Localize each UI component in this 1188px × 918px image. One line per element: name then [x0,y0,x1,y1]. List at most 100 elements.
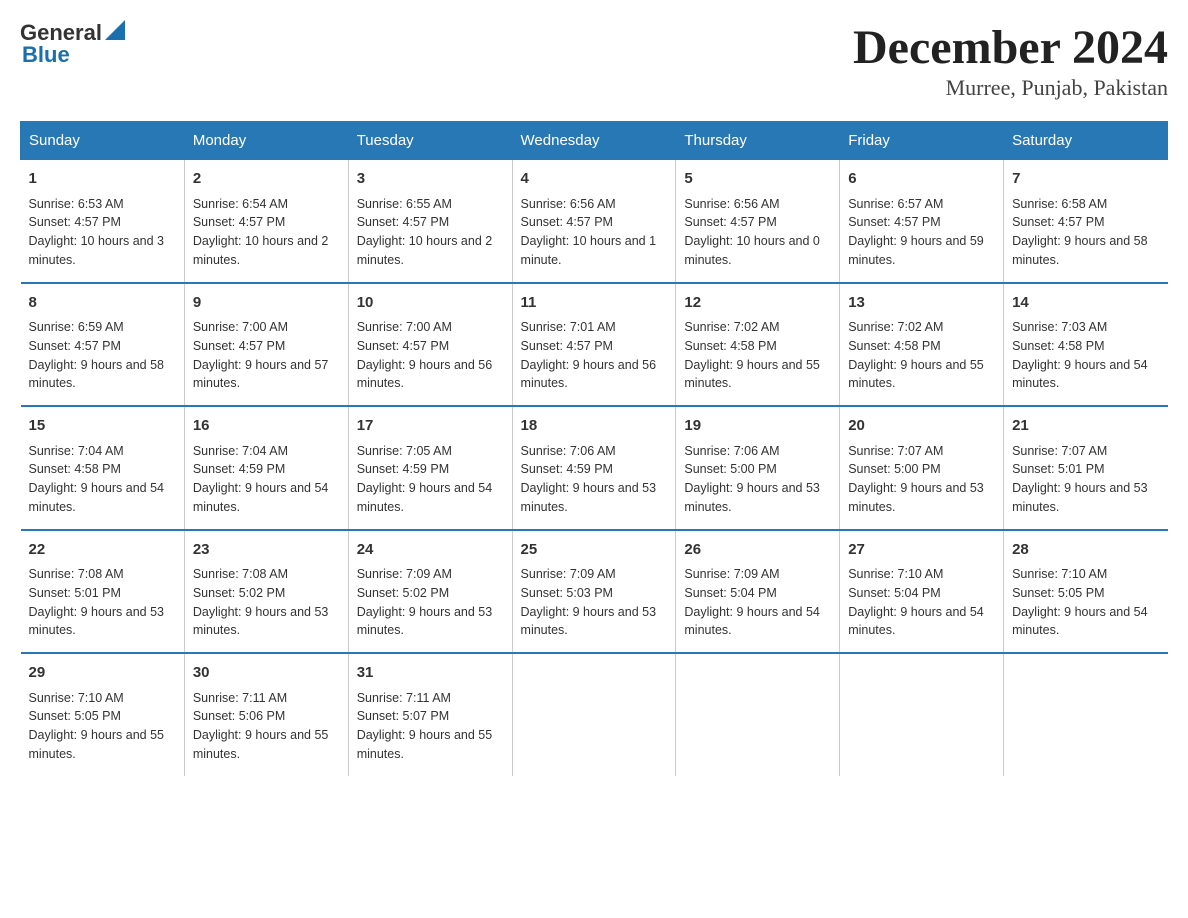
day-number: 2 [193,168,340,191]
day-info: Sunrise: 7:10 AMSunset: 5:04 PMDaylight:… [848,565,995,640]
day-number: 23 [193,539,340,562]
calendar-cell: 20 Sunrise: 7:07 AMSunset: 5:00 PMDayligh… [840,406,1004,530]
calendar-cell: 2 Sunrise: 6:54 AMSunset: 4:57 PMDaylight… [184,160,348,283]
day-info: Sunrise: 7:02 AMSunset: 4:58 PMDaylight:… [848,318,995,393]
calendar-week-row: 29 Sunrise: 7:10 AMSunset: 5:05 PMDayligh… [21,653,1168,776]
day-info: Sunrise: 6:56 AMSunset: 4:57 PMDaylight:… [684,195,831,270]
day-number: 19 [684,415,831,438]
calendar-cell: 19 Sunrise: 7:06 AMSunset: 5:00 PMDayligh… [676,406,840,530]
calendar-table: Sunday Monday Tuesday Wednesday Thursday… [20,121,1168,776]
day-number: 9 [193,292,340,315]
calendar-cell: 10Sunrise: 7:00 AMSunset: 4:57 PMDayligh… [348,283,512,407]
logo-triangle-icon [105,20,125,40]
day-number: 5 [684,168,831,191]
calendar-week-row: 8 Sunrise: 6:59 AMSunset: 4:57 PMDaylight… [21,283,1168,407]
day-number: 4 [521,168,668,191]
calendar-cell: 6 Sunrise: 6:57 AMSunset: 4:57 PMDaylight… [840,160,1004,283]
day-number: 22 [29,539,176,562]
calendar-cell: 24Sunrise: 7:09 AMSunset: 5:02 PMDayligh… [348,530,512,654]
day-number: 13 [848,292,995,315]
calendar-cell: 23 Sunrise: 7:08 AMSunset: 5:02 PMDayligh… [184,530,348,654]
day-number: 3 [357,168,504,191]
day-info: Sunrise: 6:57 AMSunset: 4:57 PMDaylight:… [848,195,995,270]
day-number: 1 [29,168,176,191]
day-info: Sunrise: 7:07 AMSunset: 5:00 PMDaylight:… [848,442,995,517]
calendar-cell: 30 Sunrise: 7:11 AMSunset: 5:06 PMDayligh… [184,653,348,776]
calendar-cell: 17 Sunrise: 7:05 AMSunset: 4:59 PMDayligh… [348,406,512,530]
calendar-cell: 5 Sunrise: 6:56 AMSunset: 4:57 PMDaylight… [676,160,840,283]
day-number: 7 [1012,168,1159,191]
col-tuesday: Tuesday [348,122,512,160]
calendar-cell: 22 Sunrise: 7:08 AMSunset: 5:01 PMDayligh… [21,530,185,654]
day-info: Sunrise: 7:11 AMSunset: 5:07 PMDaylight:… [357,689,504,764]
calendar-cell: 25Sunrise: 7:09 AMSunset: 5:03 PMDayligh… [512,530,676,654]
logo-blue-text: Blue [22,42,70,68]
col-thursday: Thursday [676,122,840,160]
day-number: 15 [29,415,176,438]
day-info: Sunrise: 6:59 AMSunset: 4:57 PMDaylight:… [29,318,176,393]
day-number: 11 [521,292,668,315]
calendar-cell: 31 Sunrise: 7:11 AMSunset: 5:07 PMDayligh… [348,653,512,776]
calendar-cell: 4 Sunrise: 6:56 AMSunset: 4:57 PMDaylight… [512,160,676,283]
day-number: 6 [848,168,995,191]
day-info: Sunrise: 7:04 AMSunset: 4:59 PMDaylight:… [193,442,340,517]
calendar-cell: 3Sunrise: 6:55 AMSunset: 4:57 PMDaylight… [348,160,512,283]
month-title: December 2024 [853,20,1168,75]
day-info: Sunrise: 7:09 AMSunset: 5:04 PMDaylight:… [684,565,831,640]
day-number: 12 [684,292,831,315]
day-info: Sunrise: 7:06 AMSunset: 4:59 PMDaylight:… [521,442,668,517]
calendar-cell: 29 Sunrise: 7:10 AMSunset: 5:05 PMDayligh… [21,653,185,776]
day-info: Sunrise: 6:53 AMSunset: 4:57 PMDaylight:… [29,195,176,270]
location-title: Murree, Punjab, Pakistan [853,75,1168,101]
calendar-cell: 14Sunrise: 7:03 AMSunset: 4:58 PMDayligh… [1004,283,1168,407]
day-number: 31 [357,662,504,685]
day-number: 29 [29,662,176,685]
calendar-week-row: 1 Sunrise: 6:53 AMSunset: 4:57 PMDaylight… [21,160,1168,283]
day-info: Sunrise: 7:08 AMSunset: 5:02 PMDaylight:… [193,565,340,640]
calendar-cell [512,653,676,776]
day-number: 20 [848,415,995,438]
day-info: Sunrise: 6:54 AMSunset: 4:57 PMDaylight:… [193,195,340,270]
calendar-cell: 21Sunrise: 7:07 AMSunset: 5:01 PMDayligh… [1004,406,1168,530]
calendar-cell: 13 Sunrise: 7:02 AMSunset: 4:58 PMDayligh… [840,283,1004,407]
calendar-cell [840,653,1004,776]
day-info: Sunrise: 7:06 AMSunset: 5:00 PMDaylight:… [684,442,831,517]
calendar-header-row: Sunday Monday Tuesday Wednesday Thursday… [21,122,1168,160]
day-number: 14 [1012,292,1159,315]
title-section: December 2024 Murree, Punjab, Pakistan [853,20,1168,101]
day-number: 8 [29,292,176,315]
day-info: Sunrise: 7:08 AMSunset: 5:01 PMDaylight:… [29,565,176,640]
day-info: Sunrise: 7:04 AMSunset: 4:58 PMDaylight:… [29,442,176,517]
calendar-week-row: 22 Sunrise: 7:08 AMSunset: 5:01 PMDayligh… [21,530,1168,654]
calendar-cell: 1 Sunrise: 6:53 AMSunset: 4:57 PMDaylight… [21,160,185,283]
day-info: Sunrise: 7:02 AMSunset: 4:58 PMDaylight:… [684,318,831,393]
day-number: 16 [193,415,340,438]
day-number: 21 [1012,415,1159,438]
day-info: Sunrise: 7:10 AMSunset: 5:05 PMDaylight:… [29,689,176,764]
col-saturday: Saturday [1004,122,1168,160]
day-number: 30 [193,662,340,685]
day-info: Sunrise: 7:00 AMSunset: 4:57 PMDaylight:… [357,318,504,393]
calendar-cell: 8 Sunrise: 6:59 AMSunset: 4:57 PMDaylight… [21,283,185,407]
calendar-cell: 27 Sunrise: 7:10 AMSunset: 5:04 PMDayligh… [840,530,1004,654]
calendar-cell: 15 Sunrise: 7:04 AMSunset: 4:58 PMDayligh… [21,406,185,530]
day-info: Sunrise: 7:00 AMSunset: 4:57 PMDaylight:… [193,318,340,393]
calendar-cell: 26 Sunrise: 7:09 AMSunset: 5:04 PMDayligh… [676,530,840,654]
day-info: Sunrise: 7:09 AMSunset: 5:03 PMDaylight:… [521,565,668,640]
col-sunday: Sunday [21,122,185,160]
day-info: Sunrise: 6:56 AMSunset: 4:57 PMDaylight:… [521,195,668,270]
calendar-week-row: 15 Sunrise: 7:04 AMSunset: 4:58 PMDayligh… [21,406,1168,530]
day-info: Sunrise: 7:11 AMSunset: 5:06 PMDaylight:… [193,689,340,764]
calendar-cell: 9 Sunrise: 7:00 AMSunset: 4:57 PMDaylight… [184,283,348,407]
page-header: General Blue December 2024 Murree, Punja… [20,20,1168,101]
col-friday: Friday [840,122,1004,160]
calendar-cell: 16 Sunrise: 7:04 AMSunset: 4:59 PMDayligh… [184,406,348,530]
col-monday: Monday [184,122,348,160]
day-number: 17 [357,415,504,438]
day-info: Sunrise: 7:05 AMSunset: 4:59 PMDaylight:… [357,442,504,517]
calendar-cell: 7Sunrise: 6:58 AMSunset: 4:57 PMDaylight… [1004,160,1168,283]
calendar-cell: 18Sunrise: 7:06 AMSunset: 4:59 PMDayligh… [512,406,676,530]
day-number: 27 [848,539,995,562]
calendar-cell: 28Sunrise: 7:10 AMSunset: 5:05 PMDayligh… [1004,530,1168,654]
day-number: 26 [684,539,831,562]
